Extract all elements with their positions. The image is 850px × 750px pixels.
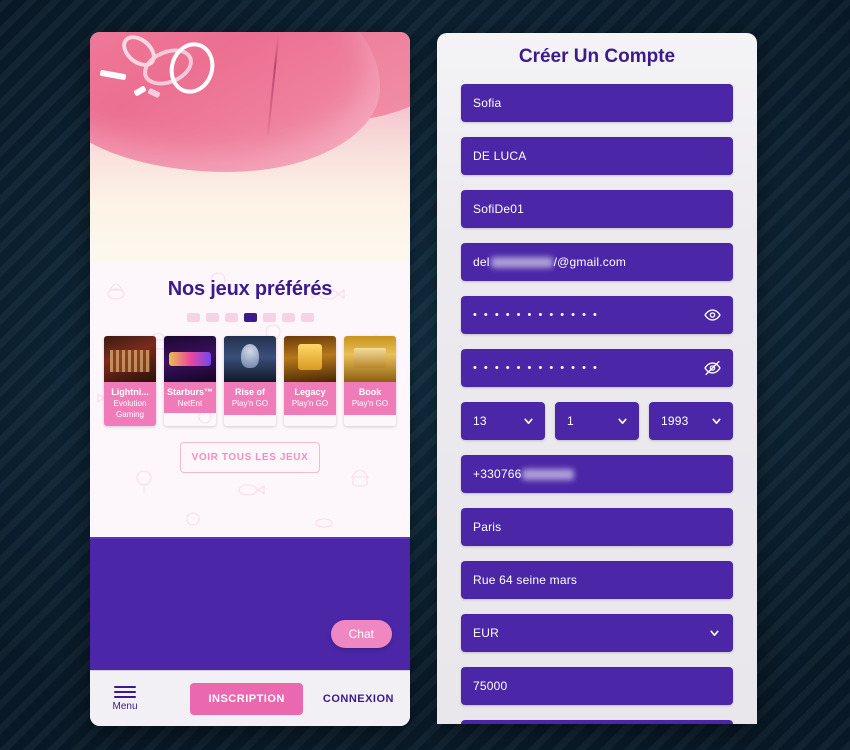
carousel-dot[interactable] xyxy=(186,313,200,322)
game-title: Book xyxy=(358,387,382,397)
game-provider: Play'n GO xyxy=(351,399,389,408)
featured-games-title: Nos jeux préférés xyxy=(167,278,333,300)
game-provider: Play'n GO xyxy=(291,399,329,408)
city-value: Paris xyxy=(473,520,502,534)
game-provider: Play'n GO xyxy=(231,399,269,408)
game-title: Legacy xyxy=(294,387,326,397)
signup-form-panel: Créer Un Compte Sofia DE LUCA SofiDe01 d… xyxy=(437,33,757,724)
hamburger-icon xyxy=(114,685,136,698)
birth-month-select[interactable]: 1 xyxy=(555,402,639,440)
game-meta: Rise of Play'n GO xyxy=(224,382,276,415)
menu-label: Menu xyxy=(112,700,138,712)
game-provider: NetEnt xyxy=(177,399,203,408)
featured-games-section: Nos jeux préférés Lightni... Evolution G… xyxy=(90,262,410,537)
phone-value: +330766 xyxy=(473,467,522,481)
email-redacted-part xyxy=(490,256,553,268)
game-card[interactable]: Starburs™ NetEnt xyxy=(164,336,216,426)
game-meta: Lightni... Evolution Gaming xyxy=(104,382,156,426)
menu-button[interactable]: Menu xyxy=(104,685,146,712)
birth-year-select[interactable]: 1993 xyxy=(649,402,733,440)
firstname-value: Sofia xyxy=(473,96,502,110)
birth-day-select[interactable]: 13 xyxy=(461,402,545,440)
next-field-partial[interactable] xyxy=(461,720,733,724)
password-value: • • • • • • • • • • • • xyxy=(473,309,599,321)
email-suffix: /@gmail.com xyxy=(553,255,627,269)
birthdate-row: 13 1 1993 xyxy=(461,402,733,440)
game-thumbnail xyxy=(284,336,336,382)
carousel-dot[interactable] xyxy=(224,313,238,322)
birth-day-value: 13 xyxy=(473,414,487,428)
game-meta: Book Play'n GO xyxy=(344,382,396,415)
game-thumbnail xyxy=(164,336,216,382)
game-meta: Legacy Play'n GO xyxy=(284,382,336,415)
carousel-dot[interactable] xyxy=(205,313,219,322)
firstname-field[interactable]: Sofia xyxy=(461,84,733,122)
inscription-button[interactable]: INSCRIPTION xyxy=(190,682,303,715)
username-value: SofiDe01 xyxy=(473,202,524,216)
chevron-down-icon xyxy=(708,627,721,640)
carousel-dot[interactable] xyxy=(300,313,314,322)
game-provider: Evolution Gaming xyxy=(113,399,147,419)
game-card[interactable]: Rise of Play'n GO xyxy=(224,336,276,426)
game-card-list: Lightni... Evolution Gaming Starburs™ Ne… xyxy=(90,336,410,426)
city-field[interactable]: Paris xyxy=(461,508,733,546)
currency-value: EUR xyxy=(473,626,499,640)
eye-icon[interactable] xyxy=(704,307,721,324)
password-confirm-field[interactable]: • • • • • • • • • • • • xyxy=(461,349,733,387)
hero-banner xyxy=(90,32,410,262)
game-card[interactable]: Book Play'n GO xyxy=(344,336,396,426)
address-value: Rue 64 seine mars xyxy=(473,573,578,587)
birth-month-value: 1 xyxy=(567,414,574,428)
phone-preview-panel: Nos jeux préférés Lightni... Evolution G… xyxy=(90,32,410,726)
view-all-games-button[interactable]: VOIR TOUS LES JEUX xyxy=(180,442,320,473)
carousel-dot[interactable] xyxy=(281,313,295,322)
carousel-dot-active[interactable] xyxy=(243,313,257,322)
bottom-navigation-bar: Menu INSCRIPTION CONNEXION xyxy=(90,670,410,726)
lastname-field[interactable]: DE LUCA xyxy=(461,137,733,175)
connexion-button[interactable]: CONNEXION xyxy=(313,687,396,711)
game-title: Rise of xyxy=(234,387,265,397)
signup-title: Créer Un Compte xyxy=(518,46,676,67)
game-thumbnail xyxy=(104,336,156,382)
game-card[interactable]: Lightni... Evolution Gaming xyxy=(104,336,156,426)
game-thumbnail xyxy=(344,336,396,382)
password-field[interactable]: • • • • • • • • • • • • xyxy=(461,296,733,334)
carousel-dots[interactable] xyxy=(90,313,410,322)
game-title: Starburs™ xyxy=(167,387,214,397)
chevron-down-icon xyxy=(522,415,535,428)
phone-redacted-part xyxy=(522,468,575,480)
chevron-down-icon xyxy=(616,415,629,428)
email-prefix: del xyxy=(473,255,490,269)
phone-field[interactable]: +330766 xyxy=(461,455,733,493)
chat-button[interactable]: Chat xyxy=(330,620,392,648)
birth-year-value: 1993 xyxy=(661,414,689,428)
email-field[interactable]: del /@gmail.com xyxy=(461,243,733,281)
chevron-down-icon xyxy=(710,415,723,428)
game-thumbnail xyxy=(224,336,276,382)
game-title: Lightni... xyxy=(111,387,149,397)
address-field[interactable]: Rue 64 seine mars xyxy=(461,561,733,599)
username-field[interactable]: SofiDe01 xyxy=(461,190,733,228)
postcode-field[interactable]: 75000 xyxy=(461,667,733,705)
eye-off-icon[interactable] xyxy=(704,360,721,377)
lastname-value: DE LUCA xyxy=(473,149,527,163)
postcode-value: 75000 xyxy=(473,679,508,693)
game-card[interactable]: Legacy Play'n GO xyxy=(284,336,336,426)
game-meta: Starburs™ NetEnt xyxy=(164,382,216,413)
phone-purple-section: Chat xyxy=(90,537,410,670)
currency-select[interactable]: EUR xyxy=(461,614,733,652)
password-confirm-value: • • • • • • • • • • • • xyxy=(473,362,599,374)
carousel-dot[interactable] xyxy=(262,313,276,322)
